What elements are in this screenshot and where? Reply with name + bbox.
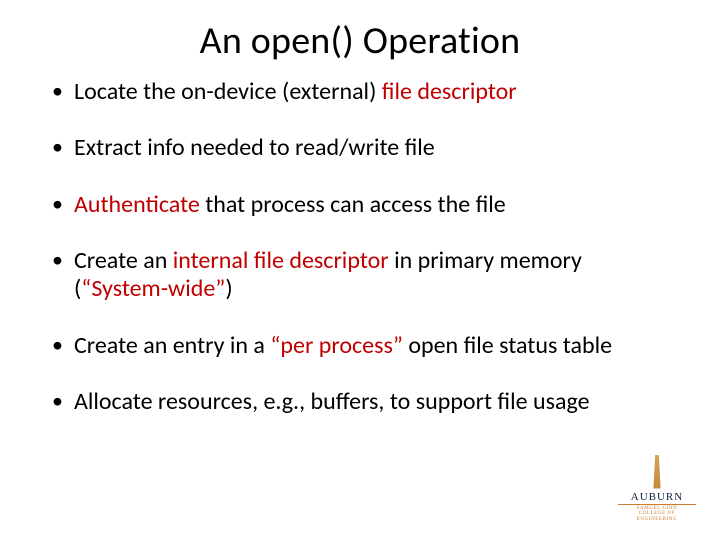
text: that process can access the file	[200, 190, 506, 219]
slide: An open() Operation Locate the on-device…	[0, 0, 720, 540]
text: open file status table	[403, 331, 612, 360]
slide-title: An open() Operation	[46, 18, 674, 64]
list-item: Authenticate that process can access the…	[46, 191, 674, 219]
auburn-logo: AUBURN SAMUEL GINN COLLEGE OF ENGINEERIN…	[618, 455, 696, 523]
text: Create an entry in a	[74, 331, 270, 360]
highlight-text: “System-wide”	[81, 274, 225, 303]
list-item: Locate the on-device (external) file des…	[46, 78, 674, 106]
list-item: Allocate resources, e.g., buffers, to su…	[46, 388, 674, 416]
university-name: AUBURN	[618, 491, 696, 505]
highlight-text: “per process”	[270, 331, 403, 360]
highlight-text: file descriptor	[382, 77, 517, 106]
text: Create an	[74, 246, 173, 275]
bullet-list: Locate the on-device (external) file des…	[46, 78, 674, 416]
highlight-text: internal file descriptor	[173, 246, 389, 275]
list-item: Extract info needed to read/write file	[46, 134, 674, 162]
list-item: Create an entry in a “per process” open …	[46, 332, 674, 360]
text: Locate the on-device (external)	[74, 77, 382, 106]
college-name-2: COLLEGE OF ENGINEERING	[618, 511, 696, 522]
highlight-text: Authenticate	[74, 190, 200, 219]
tower-icon	[648, 455, 666, 489]
text: Allocate resources, e.g., buffers, to su…	[74, 387, 590, 416]
text: )	[225, 274, 232, 303]
list-item: Create an internal file descriptor in pr…	[46, 247, 674, 304]
text: Extract info needed to read/write file	[74, 133, 435, 162]
